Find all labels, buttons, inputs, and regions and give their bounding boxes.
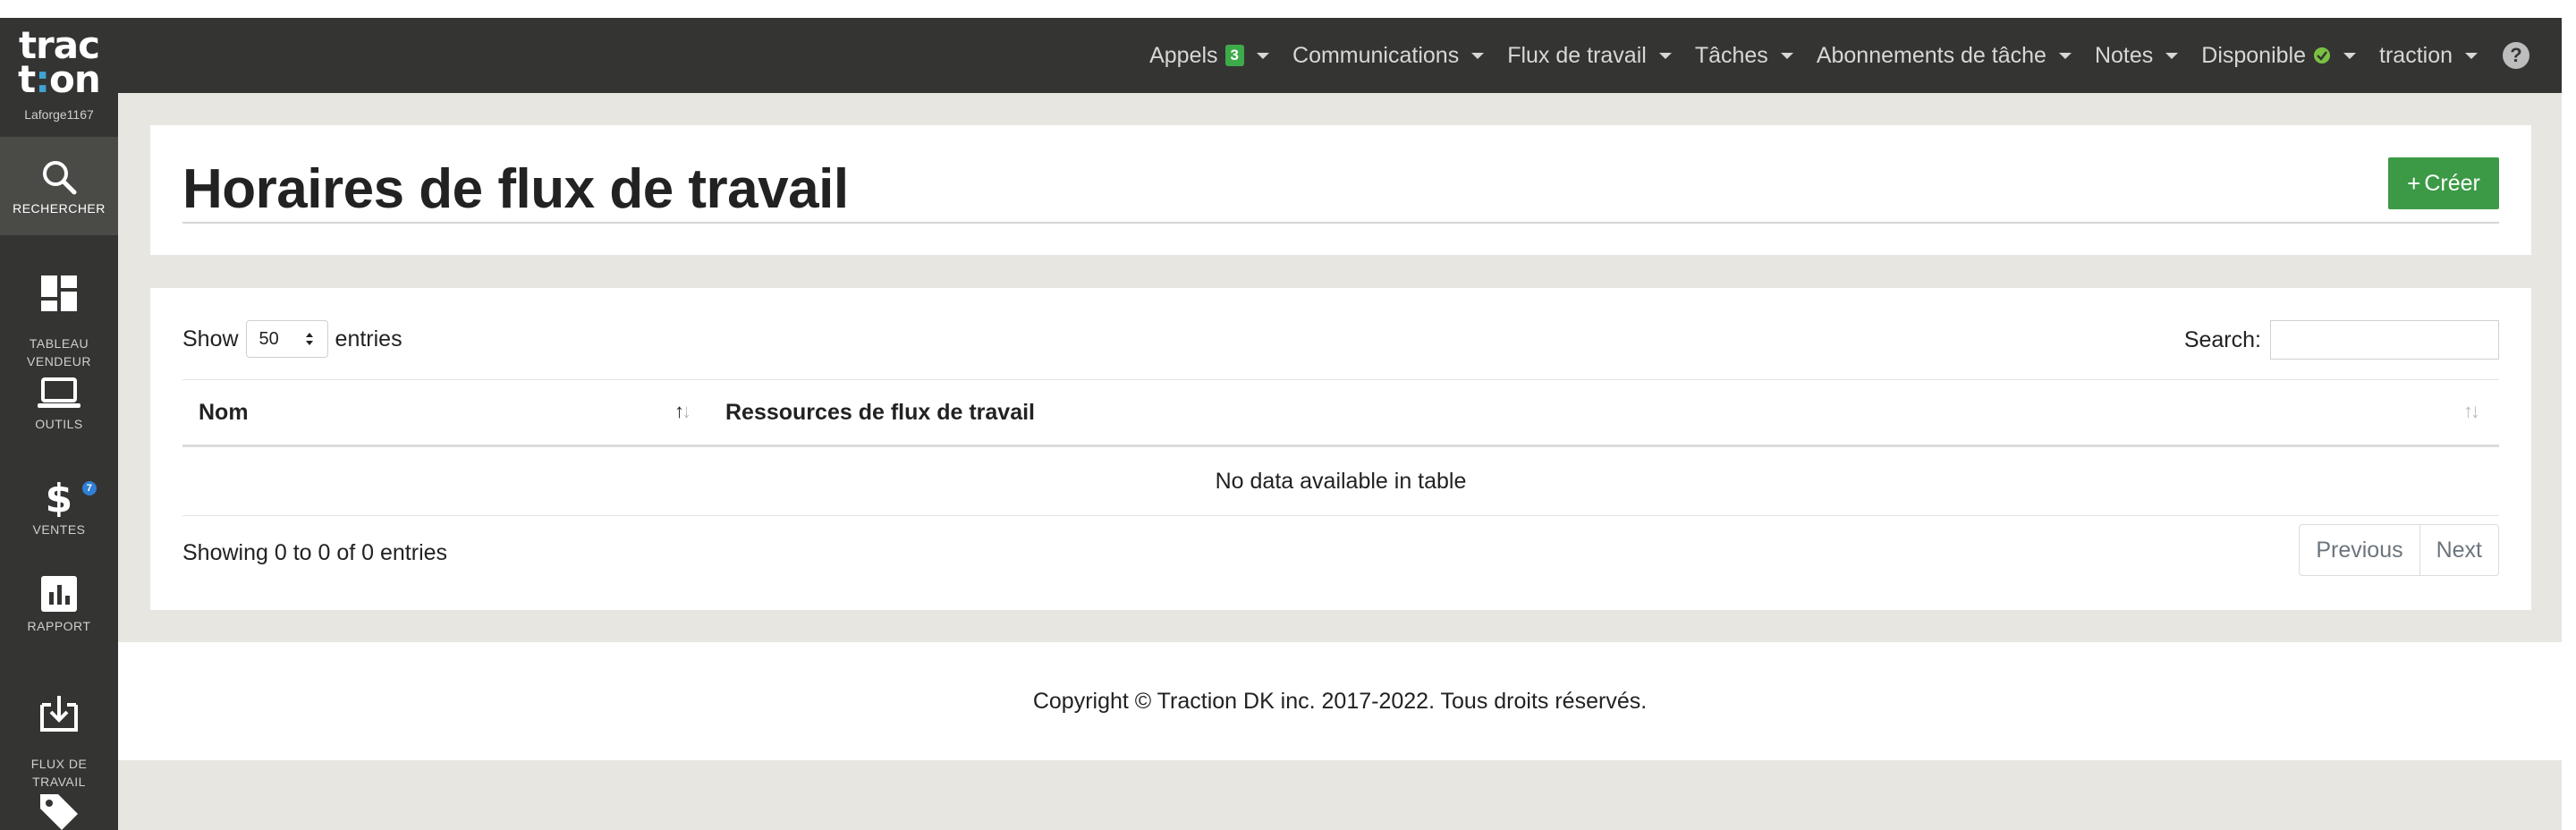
sidebar-item-label: TABLEAU VENDEUR — [27, 336, 91, 368]
dollar-icon: $ — [45, 476, 72, 517]
sort-icon[interactable]: ↑↓ — [2463, 400, 2480, 423]
sidebar-item-outils[interactable]: OUTILS — [0, 376, 118, 461]
appels-count-badge: 3 — [1224, 45, 1245, 66]
bar-chart-icon — [41, 576, 77, 612]
menu-appels[interactable]: Appels 3 — [1149, 43, 1270, 69]
chevron-down-icon — [1658, 52, 1672, 59]
top-strip — [0, 0, 2576, 18]
chevron-down-icon — [1780, 52, 1793, 59]
page-title: Horaires de flux de travail — [182, 158, 849, 220]
menu-notes[interactable]: Notes — [2095, 43, 2179, 69]
chevron-down-icon — [1471, 52, 1485, 59]
sidebar-item-label: FLUX DE TRAVAIL — [30, 757, 88, 789]
sidebar-item-label: RAPPORT — [27, 619, 91, 633]
menu-flux-de-travail[interactable]: Flux de travail — [1507, 43, 1672, 69]
laptop-icon — [38, 377, 80, 408]
chevron-down-icon — [2058, 52, 2072, 59]
help-icon[interactable]: ? — [2503, 42, 2529, 69]
table-info: Showing 0 to 0 of 0 entries — [182, 540, 448, 565]
search-icon — [43, 161, 77, 195]
chevron-down-icon — [2343, 52, 2357, 59]
chevron-down-icon — [2165, 52, 2179, 59]
menu-disponible[interactable]: Disponible — [2201, 43, 2357, 69]
next-button[interactable]: Next — [2419, 525, 2498, 575]
ventes-badge: 7 — [82, 481, 97, 495]
page-length-select[interactable]: 50 — [245, 320, 328, 358]
top-menu: Appels 3 Communications Flux de travail … — [1126, 18, 2529, 93]
search-label: Search: — [2183, 326, 2261, 352]
footer: Copyright © Traction DK inc. 2017-2022. … — [118, 642, 2562, 760]
logo[interactable]: trac t:on Laforge1167 — [0, 25, 118, 128]
tag-icon — [40, 794, 78, 830]
table-search: Search: — [2184, 320, 2499, 360]
menu-taches[interactable]: Tâches — [1695, 43, 1793, 69]
sidebar-item-rapport[interactable]: RAPPORT — [0, 574, 118, 659]
sort-asc-icon[interactable]: ↑↓ — [674, 400, 691, 423]
page-length-control: Show 50 entries — [182, 320, 402, 358]
sidebar-item-label: OUTILS — [35, 417, 83, 431]
sidebar-item-ventes[interactable]: $ 7 VENTES — [0, 474, 118, 559]
username-label: Laforge1167 — [24, 107, 94, 122]
column-header-nom[interactable]: Nom — [199, 380, 249, 445]
search-input[interactable] — [2270, 320, 2499, 360]
page-header-card: Horaires de flux de travail + Créer — [150, 125, 2531, 255]
plus-icon: + — [2407, 169, 2421, 197]
table-header: Nom ↑↓ Ressources de flux de travail ↑↓ — [182, 379, 2499, 447]
right-strip — [2562, 0, 2576, 830]
sidebar-item-label: RECHERCHER — [13, 201, 106, 216]
top-navbar: Appels 3 Communications Flux de travail … — [118, 18, 2562, 93]
sidebar-item-tableau-vendeur[interactable]: TABLEAU VENDEUR — [0, 252, 118, 368]
create-button[interactable]: + Créer — [2388, 157, 2499, 209]
sidebar-item-tag[interactable] — [0, 791, 118, 830]
table-card: Show 50 entries Search: Nom ↑↓ Ressource… — [150, 288, 2531, 610]
svg-text:$: $ — [45, 476, 72, 517]
download-box-icon — [40, 696, 78, 732]
logo-wordmark: trac t:on — [18, 23, 101, 101]
menu-abonnements[interactable]: Abonnements de tâche — [1817, 43, 2072, 69]
sidebar-item-rechercher[interactable]: RECHERCHER — [0, 137, 118, 235]
dashboard-icon — [41, 275, 77, 311]
sidebar: trac t:on Laforge1167 RECHERCHER TABLEAU… — [0, 18, 118, 830]
chevron-down-icon — [1257, 52, 1270, 59]
menu-communications[interactable]: Communications — [1292, 43, 1485, 69]
check-circle-icon — [2314, 47, 2331, 64]
previous-button[interactable]: Previous — [2300, 525, 2419, 575]
chevron-down-icon — [2465, 52, 2478, 59]
menu-user[interactable]: traction — [2379, 43, 2478, 69]
empty-table-message: No data available in table — [182, 447, 2499, 516]
pagination: Previous Next — [2299, 524, 2499, 576]
title-divider — [182, 222, 2499, 224]
select-arrows-icon — [305, 333, 313, 345]
sidebar-item-flux-de-travail[interactable]: FLUX DE TRAVAIL — [0, 674, 118, 789]
sidebar-item-label: VENTES — [32, 522, 86, 537]
data-table: Nom ↑↓ Ressources de flux de travail ↑↓ … — [182, 379, 2499, 516]
column-header-ressources[interactable]: Ressources de flux de travail — [725, 380, 1035, 445]
